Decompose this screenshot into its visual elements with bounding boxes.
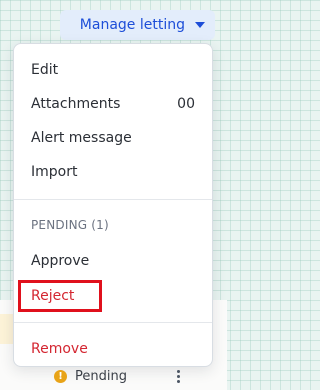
menu-item-label: Alert message <box>31 130 132 146</box>
menu-divider <box>14 322 212 323</box>
menu-item-label: Approve <box>31 253 90 269</box>
manage-letting-button[interactable]: Manage letting <box>60 10 215 40</box>
status-badge: ! Pending <box>54 366 127 386</box>
background-pending-strip <box>0 314 14 344</box>
menu-item-remove[interactable]: Remove <box>14 332 212 366</box>
menu-item-edit[interactable]: Edit <box>14 53 212 87</box>
menu-item-alert-message[interactable]: Alert message <box>14 121 212 155</box>
menu-item-label: Import <box>31 164 78 180</box>
menu-item-reject[interactable]: Reject <box>14 279 212 313</box>
attachments-count: 00 <box>177 96 195 112</box>
menu-item-import[interactable]: Import <box>14 155 212 189</box>
menu-item-label: Edit <box>31 62 59 78</box>
menu-item-attachments[interactable]: Attachments 00 <box>14 87 212 121</box>
manage-letting-menu: Edit Attachments 00 Alert message Import… <box>13 43 213 367</box>
menu-item-approve[interactable]: Approve <box>14 244 212 278</box>
warning-icon: ! <box>54 369 67 383</box>
manage-letting-label: Manage letting <box>79 17 185 33</box>
menu-item-label: Attachments <box>31 96 121 112</box>
status-label: Pending <box>75 368 127 384</box>
menu-item-label: Remove <box>31 341 88 357</box>
pending-section-heading: PENDING (1) <box>31 218 109 232</box>
menu-divider <box>14 199 212 200</box>
menu-item-label: Reject <box>31 288 75 304</box>
kebab-menu-icon[interactable] <box>173 370 183 386</box>
caret-down-icon <box>195 22 205 28</box>
